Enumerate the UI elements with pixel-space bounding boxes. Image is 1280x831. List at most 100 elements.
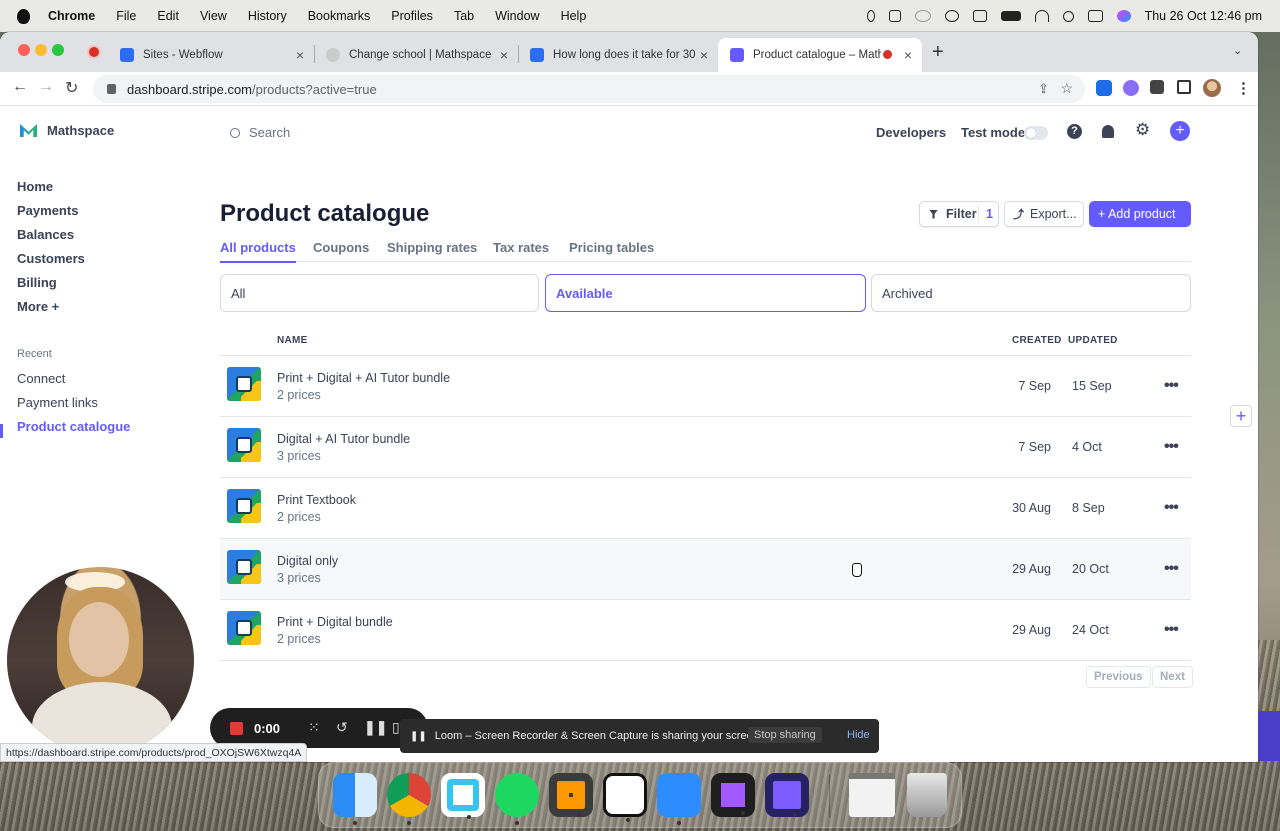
menu-profiles[interactable]: Profiles xyxy=(391,9,433,23)
add-product-button[interactable]: + Add product xyxy=(1089,201,1191,227)
account-switcher[interactable]: Mathspace xyxy=(20,123,114,138)
cloud-icon[interactable] xyxy=(914,10,931,22)
spotify-icon[interactable] xyxy=(495,773,539,825)
side-panel-add-button[interactable]: + xyxy=(1230,405,1252,427)
new-tab-button[interactable]: + xyxy=(932,41,944,64)
stop-recording-button[interactable] xyxy=(230,721,243,735)
apple-icon[interactable] xyxy=(17,8,30,24)
column-header-created[interactable]: CREATED xyxy=(1012,335,1062,346)
sidebar-item-customers[interactable]: Customers xyxy=(17,251,85,266)
tab-search-chevron-icon[interactable]: ⌄ xyxy=(1233,44,1242,57)
sidebar-item-payment-links[interactable]: Payment links xyxy=(17,395,98,410)
restart-icon[interactable]: ↺ xyxy=(336,719,348,736)
zoom-icon[interactable] xyxy=(657,773,701,825)
menu-file[interactable]: File xyxy=(116,9,136,23)
extension-icon[interactable] xyxy=(1123,80,1139,96)
tab-all-products[interactable]: All products xyxy=(220,240,296,263)
row-actions-menu-icon[interactable]: ••• xyxy=(1164,621,1179,639)
create-plus-icon[interactable]: + xyxy=(1170,121,1190,141)
segment-available[interactable]: Available xyxy=(545,274,866,312)
slack-icon[interactable] xyxy=(441,773,485,819)
figma-icon[interactable] xyxy=(711,773,755,817)
sidebar-item-balances[interactable]: Balances xyxy=(17,227,74,242)
obsidian-icon[interactable] xyxy=(765,773,809,817)
sidebar-item-product-catalogue[interactable]: Product catalogue xyxy=(17,419,130,434)
menu-view[interactable]: View xyxy=(200,9,227,23)
grammarly-icon[interactable] xyxy=(888,10,901,22)
previous-page-button[interactable]: Previous xyxy=(1086,666,1151,688)
sidebar-item-connect[interactable]: Connect xyxy=(17,371,65,386)
wifi-icon[interactable] xyxy=(1034,10,1049,22)
test-mode-toggle[interactable] xyxy=(1024,126,1048,140)
row-actions-menu-icon[interactable]: ••• xyxy=(1164,438,1179,456)
sidebar-item-payments[interactable]: Payments xyxy=(17,203,78,218)
microphone-icon[interactable] xyxy=(866,10,875,22)
menu-bookmarks[interactable]: Bookmarks xyxy=(308,9,371,23)
forward-icon[interactable]: → xyxy=(38,78,54,96)
preview-window-icon[interactable] xyxy=(849,773,895,817)
sidebar-item-billing[interactable]: Billing xyxy=(17,275,57,290)
control-center-icon[interactable] xyxy=(1087,10,1103,22)
tab-change-school[interactable]: Change school | Mathspace sı × xyxy=(314,38,518,72)
menu-edit[interactable]: Edit xyxy=(157,9,179,23)
product-name[interactable]: Print Textbook xyxy=(277,493,356,507)
menu-history[interactable]: History xyxy=(248,9,287,23)
grid-icon[interactable]: ⁙ xyxy=(308,719,320,736)
menu-help[interactable]: Help xyxy=(561,9,587,23)
next-page-button[interactable]: Next xyxy=(1152,666,1193,688)
product-name[interactable]: Digital only xyxy=(277,554,338,568)
spotlight-search-icon[interactable] xyxy=(1062,10,1074,22)
share-icon[interactable]: ⇪ xyxy=(1038,81,1049,97)
search-input[interactable]: Search xyxy=(230,125,290,140)
settings-gear-icon[interactable]: ⚙ xyxy=(1135,121,1150,138)
finder-icon[interactable] xyxy=(333,773,377,825)
close-icon[interactable]: × xyxy=(700,47,708,63)
product-name[interactable]: Print + Digital bundle xyxy=(277,615,393,629)
tab-coupons[interactable]: Coupons xyxy=(313,240,369,255)
hide-notice-button[interactable]: Hide xyxy=(847,729,870,741)
tab-webflow[interactable]: Sites - Webflow × xyxy=(108,38,314,72)
table-row[interactable]: Print + Digital + AI Tutor bundle 2 price… xyxy=(220,356,1191,417)
close-icon[interactable]: × xyxy=(296,47,304,63)
tab-pricing-tables[interactable]: Pricing tables xyxy=(569,240,654,255)
delete-trash-icon[interactable]: ▯ xyxy=(392,719,400,736)
extension-icon[interactable] xyxy=(1096,80,1112,96)
product-name[interactable]: Print + Digital + AI Tutor bundle xyxy=(277,371,450,385)
menubar-clock[interactable]: Thu 26 Oct 12:46 pm xyxy=(1145,9,1262,23)
webcam-bubble[interactable] xyxy=(7,567,194,754)
help-icon[interactable]: ? xyxy=(1067,124,1082,139)
product-name[interactable]: Digital + AI Tutor bundle xyxy=(277,432,410,446)
trash-icon[interactable] xyxy=(907,773,947,817)
table-row[interactable]: Print Textbook 2 prices 30 Aug 8 Sep ••• xyxy=(220,478,1191,539)
row-actions-menu-icon[interactable]: ••• xyxy=(1164,377,1179,395)
chrome-icon[interactable] xyxy=(387,773,431,825)
menu-app-name[interactable]: Chrome xyxy=(48,9,95,23)
siri-icon[interactable] xyxy=(1116,10,1131,22)
table-row[interactable]: Print + Digital bundle 2 prices 29 Aug 24 O… xyxy=(220,600,1191,661)
menu-tab[interactable]: Tab xyxy=(454,9,474,23)
stop-sharing-button[interactable]: Stop sharing xyxy=(748,727,822,743)
battery-icon[interactable] xyxy=(1000,11,1021,21)
lock-icon[interactable] xyxy=(107,84,116,94)
column-header-updated[interactable]: UPDATED xyxy=(1068,335,1118,346)
sidebar-item-more[interactable]: More + xyxy=(17,299,59,314)
menu-window[interactable]: Window xyxy=(495,9,539,23)
accessibility-icon[interactable] xyxy=(972,10,987,22)
column-header-name[interactable]: NAME xyxy=(277,335,308,346)
segment-archived[interactable]: Archived xyxy=(871,274,1191,312)
tab-tax-rates[interactable]: Tax rates xyxy=(493,240,549,255)
play-circle-icon[interactable] xyxy=(944,10,959,22)
puzzle-extensions-icon[interactable] xyxy=(1150,80,1164,94)
tab-shipping-rates[interactable]: Shipping rates xyxy=(387,240,477,255)
sidebar-item-home[interactable]: Home xyxy=(17,179,53,194)
profile-avatar[interactable] xyxy=(1203,79,1221,97)
table-row[interactable]: Digital + AI Tutor bundle 3 prices 7 Sep 4 … xyxy=(220,417,1191,478)
chrome-menu-icon[interactable]: ⋮ xyxy=(1236,79,1251,97)
tab-product-catalogue[interactable]: Product catalogue – Maths × xyxy=(718,38,922,72)
developers-link[interactable]: Developers xyxy=(876,125,946,140)
close-icon[interactable]: × xyxy=(500,47,508,63)
window-zoom-button[interactable] xyxy=(52,44,64,56)
reload-icon[interactable]: ↻ xyxy=(65,78,78,98)
segment-all[interactable]: All xyxy=(220,274,539,312)
pause-icon[interactable]: ❚❚ xyxy=(364,719,387,736)
